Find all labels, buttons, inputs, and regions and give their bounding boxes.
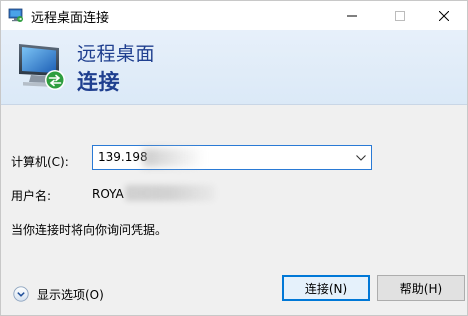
computer-input[interactable]: 139.198 [98,150,148,164]
help-button[interactable]: 帮助(H) [377,275,465,301]
banner-title-line1: 远程桌面 [77,43,156,65]
computer-combobox[interactable]: 139.198 [92,145,372,170]
remote-desktop-monitor-icon [19,44,65,90]
remote-desktop-icon [8,8,23,22]
username-value: ROYA [92,187,124,201]
redacted-area [143,148,203,167]
maximize-button[interactable] [377,1,423,30]
banner: 远程桌面 连接 [1,30,467,105]
banner-title-line2: 连接 [77,70,120,94]
dropdown-button[interactable] [351,146,371,169]
maximize-icon [395,10,405,21]
chevron-down-icon [356,154,366,161]
expand-circle-icon [13,286,29,302]
credentials-hint: 当你连接时将向你询问凭据。 [11,223,168,237]
close-button[interactable] [421,1,467,30]
computer-label: 计算机(C): [11,155,69,169]
close-icon [439,10,449,21]
redacted-area [125,185,215,201]
title-bar[interactable]: 远程桌面连接 [1,1,467,30]
remote-desktop-window: 远程桌面连接 远程桌面 连接 计算机(C): 139.198 用户名: ROYA… [0,0,468,316]
dialog-body: 计算机(C): 139.198 用户名: ROYA 当你连接时将向你询问凭据。 [1,105,467,315]
minimize-icon [347,15,357,16]
minimize-button[interactable] [329,1,375,30]
show-options-toggle[interactable]: 显示选项(O) [13,285,104,303]
window-title: 远程桌面连接 [31,11,110,26]
username-label: 用户名: [11,189,52,203]
show-options-label: 显示选项(O) [37,287,104,302]
connect-button[interactable]: 连接(N) [282,275,370,301]
